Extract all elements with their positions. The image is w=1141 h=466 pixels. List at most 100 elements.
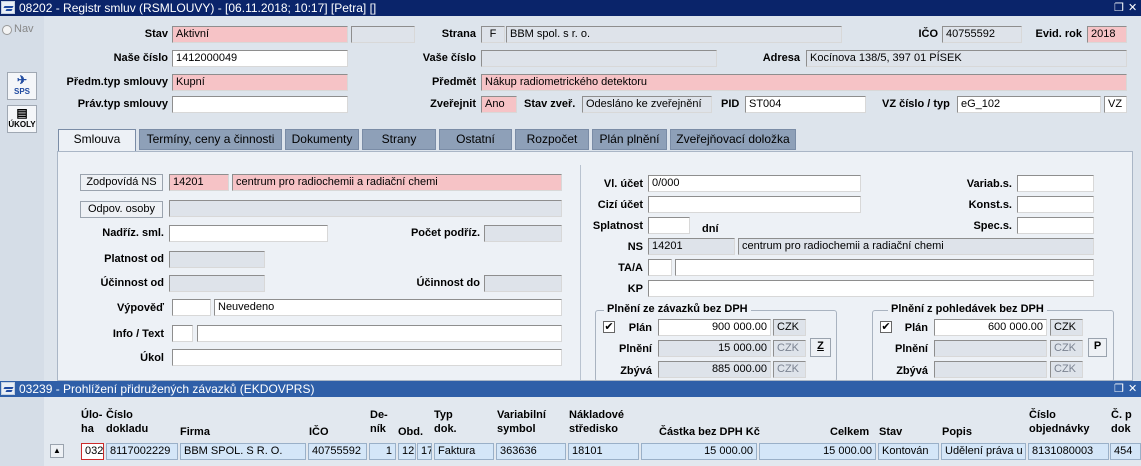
z-button[interactable]: Z [810, 338, 831, 357]
cell-typ-dok[interactable]: Faktura [434, 443, 494, 460]
cell-celkem[interactable]: 15 000.00 [759, 443, 876, 460]
plan-zavazky-checkbox[interactable]: ✔ [603, 321, 615, 333]
tab-rozpocet[interactable]: Rozpočet [515, 129, 589, 150]
col-celkem[interactable]: Celkem [830, 425, 869, 439]
vl-ucet-field[interactable]: 0/000 [648, 175, 861, 192]
tab-terminy[interactable]: Termíny, ceny a činnosti [139, 129, 282, 150]
strana-code-field[interactable]: F [481, 26, 505, 43]
col-castka[interactable]: Částka bez DPH Kč [659, 425, 760, 439]
sps-button[interactable]: ✈ SPS [7, 72, 37, 100]
pid-field[interactable]: ST004 [745, 96, 866, 113]
variab-field[interactable] [1017, 175, 1094, 192]
cell-nakladove-stredisko[interactable]: 18101 [568, 443, 639, 460]
plneni-pohledavky-currency[interactable]: CZK [1050, 340, 1083, 357]
spec-field[interactable] [1017, 217, 1094, 234]
cell-denik[interactable]: 1 [369, 443, 396, 460]
prav-typ-field[interactable] [172, 96, 348, 113]
nav-radio[interactable] [2, 25, 12, 35]
plan-pohledavky-field[interactable]: 600 000.00 [934, 319, 1047, 336]
cell-uloha[interactable]: 032 [81, 443, 104, 460]
close-icon[interactable]: ✕ [1128, 0, 1137, 16]
ukol-field[interactable] [172, 349, 562, 366]
cell-obd[interactable]: 12 [398, 443, 416, 460]
col-variabilni-symbol[interactable]: Variabilní symbol [497, 408, 546, 436]
konst-field[interactable] [1017, 196, 1094, 213]
col-uloha[interactable]: Úlo- ha [81, 408, 102, 436]
cell-obd-year[interactable]: 17 [417, 443, 432, 460]
col-cp[interactable]: Č. p dok [1111, 408, 1132, 436]
tab-zverejnovaci-dolozka[interactable]: Zveřejňovací doložka [670, 129, 796, 150]
cell-cislo-objednavky[interactable]: 8131080003 [1028, 443, 1109, 460]
plneni-zavazky-currency[interactable]: CZK [773, 340, 806, 357]
col-popis[interactable]: Popis [942, 425, 972, 439]
col-typ-dok[interactable]: Typ dok. [434, 408, 457, 436]
ns-name-field[interactable]: centrum pro radiochemii a radiační chemi [738, 238, 1094, 255]
ico-field[interactable]: 40755592 [942, 26, 1022, 43]
strana-field[interactable]: BBM spol. s r. o. [506, 26, 842, 43]
col-ico[interactable]: IČO [309, 425, 329, 439]
cell-ico[interactable]: 40755592 [308, 443, 367, 460]
zbyva-pohledavky-field[interactable] [934, 361, 1047, 378]
cell-cislo-dokladu[interactable]: 8117002229 [106, 443, 178, 460]
restore-icon[interactable]: ❐ [1114, 0, 1124, 16]
zodpovida-name-field[interactable]: centrum pro radiochemii a radiační chemi [232, 174, 562, 191]
tab-plan-plneni[interactable]: Plán plnění [592, 129, 667, 150]
cell-firma[interactable]: BBM SPOL. S R. O. [180, 443, 306, 460]
predmet-field[interactable]: Nákup radiometrického detektoru [481, 74, 1127, 91]
plneni-pohledavky-field[interactable] [934, 340, 1047, 357]
pocet-podriz-field[interactable] [484, 225, 562, 242]
odpov-osoby-button[interactable]: Odpov. osoby [80, 201, 163, 218]
col-obd[interactable]: Obd. [398, 425, 423, 439]
nadriz-field[interactable] [169, 225, 328, 242]
zodpovida-code-field[interactable]: 14201 [169, 174, 229, 191]
tab-strany[interactable]: Strany [362, 129, 436, 150]
zodpovida-ns-button[interactable]: Zodpovídá NS [80, 174, 163, 191]
predm-typ-field[interactable]: Kupní [172, 74, 348, 91]
ucinnost-do-field[interactable] [484, 275, 562, 292]
kp-field[interactable] [648, 280, 1094, 297]
plan-pohledavky-currency[interactable]: CZK [1050, 319, 1083, 336]
info-code-field[interactable] [172, 325, 193, 342]
evid-rok-field[interactable]: 2018 [1087, 26, 1127, 43]
sub-restore-icon[interactable]: ❐ [1114, 381, 1124, 397]
zverejnit-field[interactable]: Ano [481, 96, 517, 113]
vypoved-field[interactable]: Neuvedeno [214, 299, 562, 316]
plneni-zavazky-field[interactable]: 15 000.00 [658, 340, 771, 357]
cell-castka[interactable]: 15 000.00 [641, 443, 757, 460]
cell-stav[interactable]: Kontován [878, 443, 939, 460]
p-button[interactable]: P [1088, 338, 1107, 357]
cizi-ucet-field[interactable] [648, 196, 861, 213]
ukoly-button[interactable]: ▤ ÚKOLY [7, 105, 37, 133]
ta-code-field[interactable] [648, 259, 672, 276]
cell-variabilni-symbol[interactable]: 363636 [496, 443, 566, 460]
zbyva-zavazky-currency[interactable]: CZK [773, 361, 806, 378]
col-cislo-objednavky[interactable]: Číslo objednávky [1029, 408, 1090, 436]
tab-smlouva[interactable]: Smlouva [58, 129, 136, 153]
tab-dokumenty[interactable]: Dokumenty [285, 129, 359, 150]
ns-code-field[interactable]: 14201 [648, 238, 735, 255]
col-denik[interactable]: De- ník [370, 408, 388, 436]
plan-pohledavky-checkbox[interactable]: ✔ [880, 321, 892, 333]
cell-popis[interactable]: Udělení práva u [941, 443, 1026, 460]
info-text-field[interactable] [197, 325, 562, 342]
tab-ostatni[interactable]: Ostatní [439, 129, 512, 150]
zbyva-pohledavky-currency[interactable]: CZK [1050, 361, 1083, 378]
sub-close-icon[interactable]: ✕ [1128, 381, 1137, 397]
vase-cislo-field[interactable] [481, 50, 717, 67]
zbyva-zavazky-field[interactable]: 885 000.00 [658, 361, 771, 378]
plan-zavazky-field[interactable]: 900 000.00 [658, 319, 771, 336]
stav-zver-field[interactable]: Odesláno ke zveřejnění [582, 96, 712, 113]
col-firma[interactable]: Firma [180, 425, 210, 439]
vz-cislo-field[interactable]: eG_102 [957, 96, 1101, 113]
ta-field[interactable] [675, 259, 1094, 276]
stav-field[interactable]: Aktivní [172, 26, 348, 43]
scroll-up-button[interactable]: ▲ [50, 444, 64, 458]
vz-typ-field[interactable]: VZ [1104, 96, 1127, 113]
ucinnost-od-field[interactable] [169, 275, 265, 292]
splatnost-field[interactable] [648, 217, 690, 234]
col-stav[interactable]: Stav [879, 425, 902, 439]
nase-cislo-field[interactable]: 1412000049 [172, 50, 348, 67]
odpov-osoby-field[interactable] [169, 200, 562, 217]
vypoved-code-field[interactable] [172, 299, 211, 316]
col-nakladove-stredisko[interactable]: Nákladové středisko [569, 408, 624, 436]
